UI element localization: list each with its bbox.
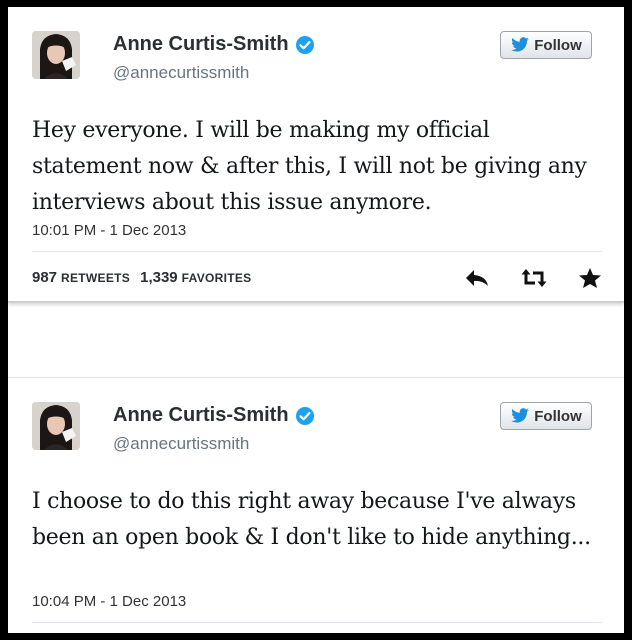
- tweet-stats: 987 RETWEETS 1,339 FAVORITES: [32, 269, 261, 286]
- retweet-count: 987: [32, 269, 58, 286]
- avatar[interactable]: [32, 402, 80, 450]
- screenshot-frame: Anne Curtis-Smith @annecurtissmith Follo…: [8, 7, 624, 633]
- twitter-bird-icon: [511, 408, 530, 423]
- twitter-bird-icon: [511, 37, 530, 52]
- tweet-text: I choose to do this right away because I…: [32, 489, 591, 550]
- user-name[interactable]: Anne Curtis-Smith: [113, 33, 289, 56]
- retweet-label: RETWEETS: [61, 271, 131, 285]
- follow-button[interactable]: Follow: [500, 31, 592, 59]
- divider: [32, 251, 602, 252]
- tweet-text: Hey everyone. I will be making my offici…: [32, 118, 587, 215]
- follow-button[interactable]: Follow: [500, 402, 592, 430]
- tweet-actions: [464, 267, 602, 289]
- tweet-timestamp[interactable]: 10:04 PM - 1 Dec 2013: [32, 593, 186, 610]
- favorite-stat[interactable]: 1,339 FAVORITES: [140, 269, 251, 286]
- follow-label: Follow: [534, 36, 582, 54]
- tweet-card: Anne Curtis-Smith @annecurtissmith Follo…: [8, 377, 624, 633]
- tweet-card: Anne Curtis-Smith @annecurtissmith Follo…: [8, 7, 624, 303]
- user-handle[interactable]: @annecurtissmith: [113, 434, 249, 454]
- user-name-row: Anne Curtis-Smith: [113, 404, 315, 427]
- verified-badge-icon: [295, 406, 315, 426]
- user-name-row: Anne Curtis-Smith: [113, 33, 315, 56]
- follow-label: Follow: [534, 407, 582, 425]
- favorite-count: 1,339: [140, 269, 178, 286]
- retweet-stat[interactable]: 987 RETWEETS: [32, 269, 130, 286]
- user-handle[interactable]: @annecurtissmith: [113, 63, 249, 83]
- favorite-label: FAVORITES: [181, 271, 252, 285]
- retweet-icon[interactable]: [520, 267, 548, 289]
- reply-icon[interactable]: [464, 267, 490, 289]
- favorite-icon[interactable]: [578, 267, 602, 289]
- user-name[interactable]: Anne Curtis-Smith: [113, 404, 289, 427]
- divider: [32, 622, 602, 623]
- verified-badge-icon: [295, 35, 315, 55]
- tweet-timestamp[interactable]: 10:01 PM - 1 Dec 2013: [32, 222, 186, 239]
- avatar[interactable]: [32, 31, 80, 79]
